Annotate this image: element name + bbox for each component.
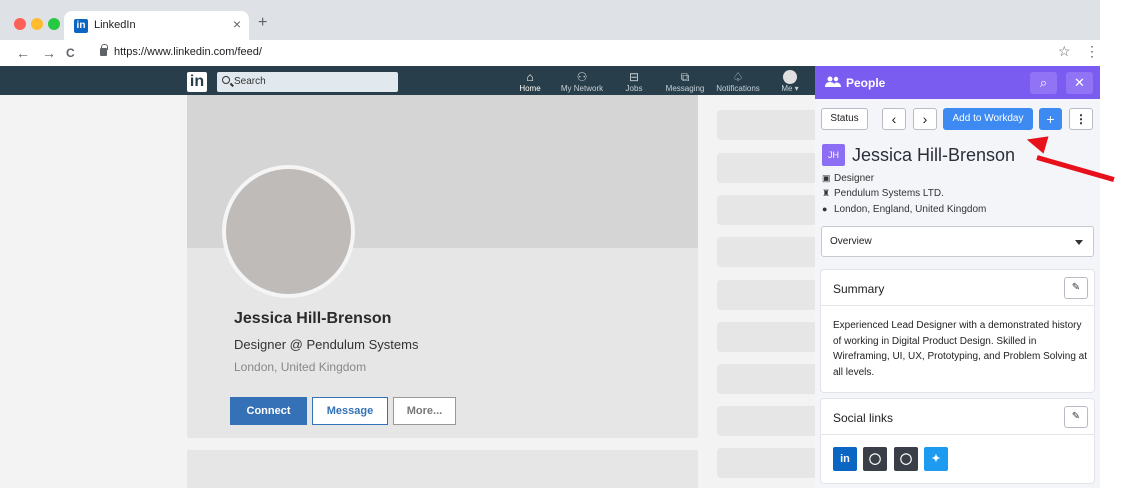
edit-summary-icon[interactable]: ✎ bbox=[1064, 277, 1088, 299]
status-button[interactable]: Status bbox=[821, 108, 868, 130]
linkedin-header: in Search ⌂ Home ⚇ My Network ⊟ Jobs ⧉ M… bbox=[0, 66, 815, 95]
github-icon[interactable]: ◯ bbox=[863, 447, 887, 471]
url-field[interactable]: https://www.linkedin.com/feed/ bbox=[114, 46, 262, 58]
notifications-icon: ♤ bbox=[732, 70, 744, 84]
role-row: ▣ Designer bbox=[822, 173, 874, 184]
reload-button[interactable]: C bbox=[66, 44, 75, 62]
add-button[interactable]: + bbox=[1039, 108, 1062, 130]
tab-bar: in LinkedIn × + bbox=[0, 0, 1100, 40]
role-text: Designer bbox=[834, 173, 875, 184]
location-text: London, England, United Kingdom bbox=[834, 204, 987, 215]
nav-me[interactable]: Me ▾ bbox=[776, 70, 804, 94]
profile-name: Jessica Hill-Brenson bbox=[234, 310, 392, 327]
screen: in LinkedIn × + ← → C https://www.linked… bbox=[0, 0, 1124, 488]
maximize-window-button[interactable] bbox=[48, 18, 60, 30]
social-links-title: Social links bbox=[833, 411, 894, 425]
panel-title: People bbox=[846, 76, 886, 90]
panel-header: People ⌕ ✕ bbox=[815, 66, 1100, 99]
my-network-icon: ⚇ bbox=[576, 70, 588, 84]
sidebar-placeholder bbox=[717, 322, 817, 352]
summary-card: Summary ✎ Experienced Lead Designer with… bbox=[821, 270, 1094, 392]
bookmark-star-icon[interactable]: ☆ bbox=[1058, 43, 1071, 60]
sidebar-placeholder bbox=[717, 110, 817, 140]
more-button[interactable]: More... bbox=[393, 397, 456, 425]
github-icon[interactable]: ◯ bbox=[894, 447, 918, 471]
new-tab-button[interactable]: + bbox=[258, 14, 267, 32]
panel-search-icon[interactable]: ⌕ bbox=[1030, 72, 1057, 94]
address-bar-row: ← → C https://www.linkedin.com/feed/ ☆ ⋮ bbox=[0, 40, 1100, 66]
summary-title: Summary bbox=[833, 282, 885, 296]
me-avatar bbox=[783, 70, 797, 84]
sidebar-placeholder bbox=[717, 195, 817, 225]
messaging-icon: ⧉ bbox=[680, 70, 690, 84]
map-pin-icon: ● bbox=[822, 204, 828, 214]
lock-icon bbox=[100, 44, 108, 56]
profile-headline: Designer @ Pendulum Systems bbox=[234, 337, 419, 352]
jobs-icon: ⊟ bbox=[628, 70, 640, 84]
browser-menu-icon[interactable]: ⋮ bbox=[1085, 43, 1099, 60]
nav-notifications[interactable]: ♤ Notifications bbox=[712, 70, 764, 94]
tab-linkedin[interactable]: in LinkedIn × bbox=[64, 11, 249, 40]
linkedin-icon[interactable]: in bbox=[833, 447, 857, 471]
social-card-header: Social links ✎ bbox=[821, 399, 1094, 435]
minimize-window-button[interactable] bbox=[31, 18, 43, 30]
profile-location: London, United Kingdom bbox=[234, 360, 367, 374]
company-text: Pendulum Systems LTD. bbox=[834, 188, 944, 199]
nav-home[interactable]: ⌂ Home bbox=[512, 70, 548, 94]
secondary-card bbox=[187, 450, 698, 488]
nav-jobs[interactable]: ⊟ Jobs bbox=[618, 70, 650, 94]
next-button[interactable]: › bbox=[913, 108, 937, 130]
overview-selected: Overview bbox=[830, 236, 872, 247]
search-placeholder: Search bbox=[234, 76, 266, 87]
summary-text: Experienced Lead Designer with a demonst… bbox=[833, 320, 1087, 378]
connect-button[interactable]: Connect bbox=[230, 397, 307, 425]
chevron-down-icon bbox=[1075, 240, 1083, 245]
edit-social-icon[interactable]: ✎ bbox=[1064, 406, 1088, 428]
sidebar-placeholder bbox=[717, 364, 817, 394]
sidebar-placeholder bbox=[717, 153, 817, 183]
close-window-button[interactable] bbox=[14, 18, 26, 30]
summary-card-header: Summary ✎ bbox=[821, 270, 1094, 306]
people-panel: People ⌕ ✕ Status ‹ › Add to Workday + ⋮… bbox=[815, 66, 1100, 488]
browser-chrome: in LinkedIn × + ← → C https://www.linked… bbox=[0, 0, 1100, 66]
add-to-workday-button[interactable]: Add to Workday bbox=[943, 108, 1033, 130]
search-icon bbox=[222, 76, 230, 84]
location-row: ● London, England, United Kingdom bbox=[822, 204, 986, 215]
initials-avatar: JH bbox=[822, 144, 845, 166]
message-button[interactable]: Message bbox=[312, 397, 388, 425]
sidebar-placeholder bbox=[717, 280, 817, 310]
profile-avatar[interactable] bbox=[222, 165, 355, 298]
home-icon: ⌂ bbox=[526, 70, 534, 84]
twitter-icon[interactable]: ✦ bbox=[924, 447, 948, 471]
more-options-button[interactable]: ⋮ bbox=[1069, 108, 1093, 130]
forward-button[interactable]: → bbox=[42, 44, 56, 62]
sidebar-placeholder bbox=[717, 237, 817, 267]
sidebar-placeholder bbox=[717, 448, 817, 478]
social-links-card: Social links ✎ in ◯ ◯ ✦ bbox=[821, 399, 1094, 483]
overview-dropdown[interactable]: Overview bbox=[821, 226, 1094, 257]
tab-title: LinkedIn bbox=[94, 19, 136, 31]
close-tab-icon[interactable]: × bbox=[233, 16, 241, 32]
back-button[interactable]: ← bbox=[16, 44, 30, 62]
panel-close-icon[interactable]: ✕ bbox=[1066, 72, 1093, 94]
search-input[interactable]: Search bbox=[217, 72, 398, 92]
contact-name: Jessica Hill-Brenson bbox=[852, 145, 1016, 165]
linkedin-favicon-icon: in bbox=[74, 19, 88, 33]
people-icon bbox=[825, 76, 841, 90]
linkedin-logo-icon[interactable]: in bbox=[187, 72, 207, 92]
building-icon: ♜ bbox=[822, 188, 831, 198]
nav-messaging[interactable]: ⧉ Messaging bbox=[662, 70, 708, 94]
company-row: ♜ Pendulum Systems LTD. bbox=[822, 188, 944, 199]
prev-button[interactable]: ‹ bbox=[882, 108, 906, 130]
briefcase-icon: ▣ bbox=[822, 173, 831, 183]
nav-my-network[interactable]: ⚇ My Network bbox=[556, 70, 608, 94]
page-margin bbox=[1100, 0, 1124, 488]
sidebar-placeholder bbox=[717, 406, 817, 436]
